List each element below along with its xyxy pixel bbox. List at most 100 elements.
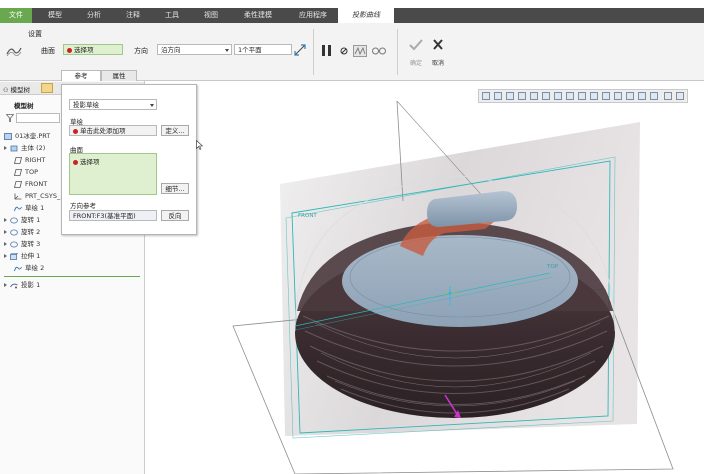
- tree-item-csys[interactable]: PRT_CSYS_: [14, 191, 60, 202]
- view-toolbar: [478, 89, 688, 103]
- tab-model-tree[interactable]: ⚇ 模型树: [3, 84, 30, 94]
- direction-label: 方向: [134, 47, 148, 55]
- projection-icon: [10, 283, 18, 288]
- tree-item-right[interactable]: RIGHT: [14, 155, 45, 166]
- axis-display-icon[interactable]: [626, 92, 634, 100]
- sketch-collector-text: 单击此处添加项: [80, 127, 126, 135]
- tab-model[interactable]: 模型: [38, 8, 72, 23]
- perspective-icon[interactable]: [566, 92, 574, 100]
- direction-dropdown[interactable]: 沿方向: [157, 44, 232, 55]
- references-flyout: 投影草绘 草绘 单击此处添加项 定义... 曲面 选择项 细节... 方向参考 …: [61, 84, 197, 235]
- folder-tab-icon[interactable]: [41, 83, 53, 93]
- ok-button-label: 确定: [409, 60, 422, 67]
- insert-here-marker: [4, 276, 140, 277]
- graphics-viewport[interactable]: FRONT TOP: [145, 81, 704, 474]
- tab-project-curve[interactable]: 投影曲线: [338, 8, 394, 23]
- revolve-icon: [10, 241, 18, 247]
- body-icon: [10, 145, 18, 151]
- pause-icon[interactable]: [320, 44, 333, 57]
- settings-label: 设置: [28, 30, 42, 38]
- type-dropdown[interactable]: 投影草绘: [69, 99, 157, 110]
- ok-button[interactable]: 确定: [405, 38, 427, 70]
- cancel-button-label: 取消: [431, 60, 444, 67]
- close-icon: [433, 39, 443, 50]
- csys-display-icon[interactable]: [650, 92, 658, 100]
- point-display-icon[interactable]: [638, 92, 646, 100]
- surface-label: 曲面: [41, 47, 55, 55]
- plane-reference-field[interactable]: 1个平面: [234, 44, 292, 55]
- checkmark-icon: [409, 39, 423, 51]
- revolve-icon: [10, 229, 18, 235]
- part-icon: [4, 132, 12, 140]
- type-value: 投影草绘: [73, 101, 99, 109]
- sketch-collector[interactable]: 单击此处添加项: [69, 125, 157, 136]
- surface-collector-text: 选择项: [74, 46, 94, 54]
- tree-item-bodies[interactable]: 主体 (2): [4, 143, 45, 154]
- front-plane-label: FRONT: [298, 213, 317, 219]
- repaint-icon[interactable]: [518, 92, 526, 100]
- surface-collector[interactable]: 选择项: [63, 44, 123, 55]
- tab-view[interactable]: 视图: [194, 8, 228, 23]
- view-manager-icon[interactable]: [554, 92, 562, 100]
- zoom-out-icon[interactable]: [506, 92, 514, 100]
- datum-plane-icon: [14, 168, 22, 176]
- glasses-preview-icon[interactable]: [372, 47, 386, 55]
- spin-center-icon[interactable]: [602, 92, 610, 100]
- tab-flexible-modeling[interactable]: 柔性建模: [233, 8, 283, 23]
- tab-tools[interactable]: 工具: [155, 8, 189, 23]
- tree-item-extrude-1[interactable]: 拉伸 1: [4, 251, 40, 262]
- direction-reference-field[interactable]: FRONT:F3(基准平面): [69, 210, 157, 221]
- revolve-icon: [10, 217, 18, 223]
- direction-reference-label: 方向参考: [70, 202, 96, 210]
- tree-search-input[interactable]: [16, 113, 60, 123]
- tab-applications[interactable]: 应用程序: [288, 8, 338, 23]
- tree-item-sketch-2[interactable]: 草绘 2: [14, 263, 44, 274]
- datum-plane-icon: [14, 180, 22, 188]
- tree-item-top[interactable]: TOP: [14, 167, 38, 178]
- surface-list[interactable]: 选择项: [69, 153, 157, 195]
- tree-item-revolve-2[interactable]: 旋转 2: [4, 227, 40, 238]
- annotation-display-icon[interactable]: [590, 92, 598, 100]
- flip-button[interactable]: 反向: [161, 210, 189, 221]
- tab-file[interactable]: 文件: [0, 8, 32, 23]
- surface-list-text: 选择项: [80, 158, 100, 166]
- ribbon-separator: [397, 29, 398, 75]
- no-preview-icon[interactable]: [340, 47, 348, 55]
- plane-display-icon[interactable]: [614, 92, 622, 100]
- flip-direction-icon[interactable]: [294, 44, 306, 56]
- cancel-button[interactable]: 取消: [427, 38, 449, 70]
- tree-item-revolve-1[interactable]: 旋转 1: [4, 215, 40, 226]
- geometry-preview-icon[interactable]: [353, 45, 367, 57]
- tree-item-projection-1[interactable]: 投影 1: [4, 280, 40, 291]
- required-dot-icon: [73, 128, 78, 134]
- datum-display-icon[interactable]: [578, 92, 586, 100]
- menu-bar: 文件 模型 分析 注释 工具 视图 柔性建模 应用程序 投影曲线: [0, 8, 704, 23]
- project-curve-icon: [6, 45, 22, 57]
- top-plane-label: TOP: [547, 264, 559, 270]
- tree-item-revolve-3[interactable]: 旋转 3: [4, 239, 40, 250]
- tab-annotate[interactable]: 注释: [116, 8, 150, 23]
- ribbon: 设置 曲面 选择项 方向 沿方向 1个平面 确定 取消 参考 属性: [0, 23, 704, 82]
- tab-analysis[interactable]: 分析: [77, 8, 111, 23]
- tree-item-front[interactable]: FRONT: [14, 179, 47, 190]
- direction-reference-value: FRONT:F3(基准平面): [73, 212, 136, 220]
- tree-item-part[interactable]: 01冰壶.PRT: [4, 131, 50, 142]
- zoom-in-icon[interactable]: [494, 92, 502, 100]
- mouse-cursor-icon: [196, 139, 204, 150]
- filter-icon[interactable]: [5, 114, 15, 122]
- tree-item-sketch-1[interactable]: 草绘 1: [14, 203, 44, 214]
- coordinate-system-icon: [14, 193, 22, 199]
- datum-plane-icon: [14, 156, 22, 164]
- saved-views-icon[interactable]: [542, 92, 550, 100]
- define-button[interactable]: 定义...: [161, 125, 189, 136]
- details-button[interactable]: 细节...: [161, 183, 189, 194]
- model-tree-heading: 模型树: [14, 102, 34, 110]
- display-style-icon[interactable]: [530, 92, 538, 100]
- required-dot-icon: [73, 159, 78, 165]
- extrude-icon: [10, 252, 18, 260]
- pause-animation-icon[interactable]: [664, 92, 672, 100]
- refit-icon[interactable]: [482, 92, 490, 100]
- required-dot-icon: [67, 47, 72, 53]
- more-tools-icon[interactable]: [676, 92, 684, 100]
- sketch-icon: [14, 206, 22, 211]
